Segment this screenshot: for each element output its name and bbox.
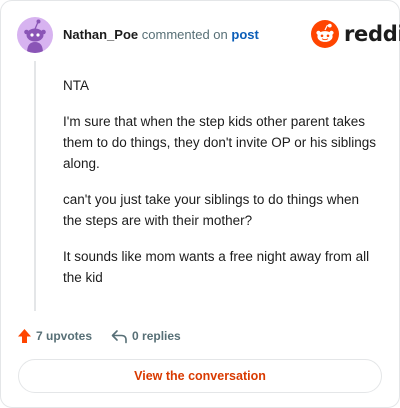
view-conversation-button[interactable]: View the conversation xyxy=(18,359,382,393)
comment-paragraph: It sounds like mom wants a free night aw… xyxy=(63,249,370,285)
comment-header: Nathan_Poe commented on post xyxy=(63,27,259,43)
comment-paragraph: NTA xyxy=(63,78,89,93)
reply-count: 0 replies xyxy=(132,329,181,343)
comment-paragraph: can't you just take your siblings to do … xyxy=(63,192,359,228)
avatar[interactable] xyxy=(17,17,53,53)
thread-line xyxy=(34,61,36,311)
reply-button[interactable]: 0 replies xyxy=(111,329,181,344)
reddit-wordmark: reddit xyxy=(344,22,400,46)
post-link[interactable]: post xyxy=(231,27,258,42)
comment-card: Nathan_Poe commented on post reddit NTA … xyxy=(0,0,400,408)
reddit-logo[interactable]: reddit xyxy=(311,20,400,48)
comment-actions: 7 upvotes 0 replies xyxy=(17,326,181,346)
upvote-count: 7 upvotes xyxy=(36,329,93,343)
username-link[interactable]: Nathan_Poe xyxy=(63,27,138,42)
upvote-button[interactable]: 7 upvotes xyxy=(17,328,92,344)
action-text: commented on xyxy=(141,27,228,42)
snoo-avatar-icon xyxy=(24,19,46,53)
comment-paragraph: I'm sure that when the step kids other p… xyxy=(63,114,376,171)
reply-arrow-icon xyxy=(111,329,127,343)
reddit-logo-icon xyxy=(311,20,339,48)
comment-body: NTA I'm sure that when the step kids oth… xyxy=(63,75,377,303)
upvote-arrow-icon xyxy=(18,329,31,343)
